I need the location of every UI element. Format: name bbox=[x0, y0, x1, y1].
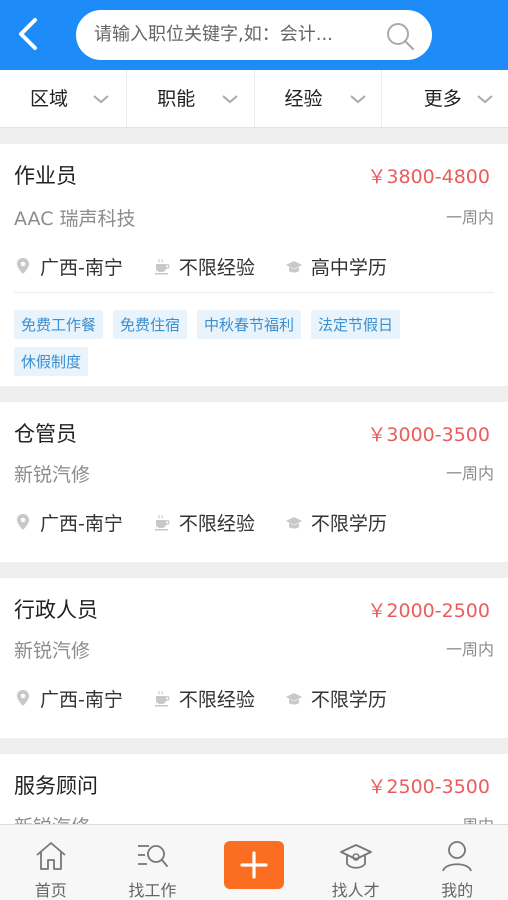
location-text: 广西-南宁 bbox=[40, 688, 123, 711]
chevron-down-icon bbox=[477, 95, 493, 104]
job-experience: 不限经验 bbox=[153, 509, 255, 536]
post-date: 一周内 bbox=[446, 812, 494, 824]
benefit-tag: 中秋春节福利 bbox=[197, 310, 302, 339]
nav-mine-label: 我的 bbox=[441, 881, 474, 900]
search-box[interactable]: 请输入职位关键字,如：会计... bbox=[76, 10, 432, 60]
top-bar: 请输入职位关键字,如：会计... bbox=[0, 0, 508, 70]
job-meta: 广西-南宁 不限经验 高中学历 bbox=[14, 252, 417, 280]
job-title: 行政人员 bbox=[14, 598, 98, 622]
coffee-cup-icon bbox=[154, 514, 170, 531]
job-meta: 广西-南宁 不限经验 不限学历 bbox=[14, 684, 417, 712]
job-location: 广西-南宁 bbox=[14, 253, 123, 280]
location-pin-icon bbox=[17, 690, 29, 706]
filter-function-label: 职能 bbox=[157, 88, 196, 110]
add-button[interactable] bbox=[223, 841, 284, 889]
divider bbox=[14, 292, 494, 293]
nav-home-label: 首页 bbox=[34, 881, 67, 900]
benefit-tags: 免费工作餐 免费住宿 中秋春节福利 法定节假日 休假制度 bbox=[14, 310, 484, 384]
back-arrow-icon bbox=[19, 18, 37, 50]
job-salary: ￥2500-3500 bbox=[367, 776, 490, 798]
graduation-cap-icon bbox=[285, 693, 302, 705]
filter-area-label: 区域 bbox=[30, 88, 69, 110]
post-date: 一周内 bbox=[445, 208, 494, 227]
location-pin-icon bbox=[17, 258, 29, 274]
nav-find-job[interactable]: 找工作 bbox=[102, 825, 204, 900]
job-card[interactable]: 服务顾问 ￥2500-3500 新锐汽修 一周内 bbox=[0, 754, 508, 824]
nav-find-talent[interactable]: 找人才 bbox=[305, 825, 407, 900]
job-title: 仓管员 bbox=[14, 422, 77, 446]
post-date: 一周内 bbox=[445, 640, 494, 659]
filter-area[interactable]: 区域 bbox=[0, 70, 128, 127]
job-card[interactable]: 行政人员 ￥2000-2500 新锐汽修 一周内 广西-南宁 不限经验 不限学历 bbox=[0, 578, 508, 738]
benefit-tag: 免费住宿 bbox=[113, 310, 188, 339]
chevron-down-icon bbox=[93, 95, 109, 104]
filter-bar: 区域 职能 经验 更多 bbox=[0, 70, 508, 128]
back-button[interactable] bbox=[10, 12, 46, 56]
job-location: 广西-南宁 bbox=[14, 509, 123, 536]
job-card[interactable]: 作业员 ￥3800-4800 AAC 瑞声科技 一周内 广西-南宁 不限经验 高… bbox=[0, 144, 508, 386]
nav-mine[interactable]: 我的 bbox=[406, 825, 508, 900]
experience-text: 不限经验 bbox=[178, 688, 255, 711]
job-experience: 不限经验 bbox=[153, 253, 255, 280]
education-text: 不限学历 bbox=[310, 688, 387, 711]
filter-more[interactable]: 更多 bbox=[382, 70, 508, 127]
location-text: 广西-南宁 bbox=[40, 512, 123, 535]
filter-experience[interactable]: 经验 bbox=[255, 70, 382, 127]
filter-function[interactable]: 职能 bbox=[127, 70, 255, 127]
job-meta: 广西-南宁 不限经验 不限学历 bbox=[14, 508, 417, 536]
chevron-down-icon bbox=[349, 95, 366, 104]
job-salary: ￥2000-2500 bbox=[367, 600, 490, 622]
graduation-cap-icon bbox=[285, 261, 302, 273]
filter-more-label: 更多 bbox=[423, 88, 462, 110]
benefit-tag: 休假制度 bbox=[14, 347, 89, 376]
experience-text: 不限经验 bbox=[178, 512, 255, 535]
job-education: 不限学历 bbox=[285, 509, 387, 536]
home-icon bbox=[36, 842, 66, 870]
job-card[interactable]: 仓管员 ￥3000-3500 新锐汽修 一周内 广西-南宁 不限经验 不限学历 bbox=[0, 402, 508, 562]
job-title: 作业员 bbox=[14, 164, 77, 188]
user-icon bbox=[442, 841, 473, 872]
find-job-icon bbox=[138, 845, 169, 867]
education-text: 高中学历 bbox=[310, 256, 387, 279]
nav-find-talent-label: 找人才 bbox=[331, 881, 380, 900]
coffee-cup-icon bbox=[154, 690, 170, 707]
search-icon[interactable] bbox=[384, 20, 416, 52]
job-experience: 不限经验 bbox=[153, 685, 255, 712]
bottom-nav: 首页 找工作 找人才 我的 bbox=[0, 824, 508, 900]
location-pin-icon bbox=[17, 514, 29, 530]
plus-icon bbox=[240, 851, 268, 879]
nav-home[interactable]: 首页 bbox=[0, 825, 102, 900]
job-education: 不限学历 bbox=[285, 685, 387, 712]
job-location: 广西-南宁 bbox=[14, 685, 123, 712]
nav-add[interactable] bbox=[203, 825, 305, 900]
experience-text: 不限经验 bbox=[178, 256, 255, 279]
job-salary: ￥3800-4800 bbox=[367, 166, 490, 188]
company-name: AAC 瑞声科技 bbox=[14, 208, 136, 230]
company-name: 新锐汽修 bbox=[14, 640, 91, 662]
company-name: 新锐汽修 bbox=[14, 464, 91, 486]
graduation-cap-icon bbox=[285, 517, 302, 529]
benefit-tag: 法定节假日 bbox=[311, 310, 401, 339]
find-talent-icon bbox=[339, 844, 372, 869]
search-input[interactable]: 请输入职位关键字,如：会计... bbox=[94, 10, 333, 60]
education-text: 不限学历 bbox=[310, 512, 387, 535]
nav-find-job-label: 找工作 bbox=[128, 881, 177, 900]
filter-experience-label: 经验 bbox=[284, 88, 323, 110]
company-name: 新锐汽修 bbox=[14, 812, 90, 824]
benefit-tag: 免费工作餐 bbox=[14, 310, 104, 339]
job-title: 服务顾问 bbox=[14, 774, 98, 798]
chevron-down-icon bbox=[222, 95, 238, 104]
job-salary: ￥3000-3500 bbox=[367, 424, 490, 446]
job-education: 高中学历 bbox=[285, 253, 387, 280]
coffee-cup-icon bbox=[154, 258, 170, 275]
post-date: 一周内 bbox=[445, 464, 494, 483]
location-text: 广西-南宁 bbox=[40, 256, 123, 279]
